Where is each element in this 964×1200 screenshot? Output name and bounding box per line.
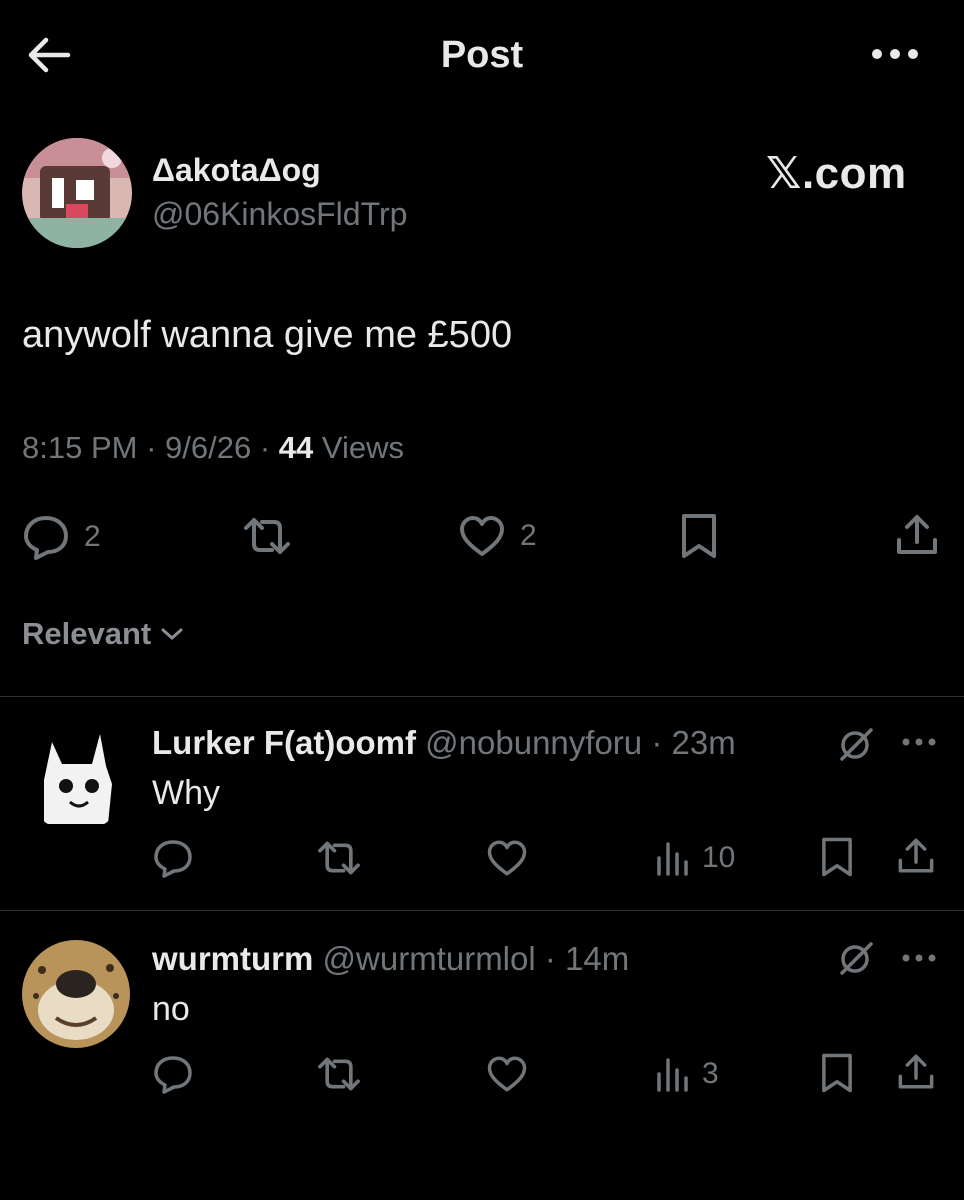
reply-icon (154, 1056, 192, 1094)
reply-repost-button[interactable] (316, 838, 362, 878)
reply-author-name[interactable]: Lurker F(at)oomf (152, 724, 416, 761)
reply-reply-button[interactable] (152, 1054, 194, 1094)
author-handle[interactable]: @06KinkosFldTrp (152, 196, 407, 233)
replies-sort-dropdown[interactable]: Relevant (22, 616, 185, 652)
views-chart-icon (657, 842, 688, 876)
reply-button[interactable]: 2 (22, 514, 101, 560)
post-text: anywolf wanna give me £500 (22, 314, 513, 356)
share-icon (898, 838, 934, 873)
reply-like-button[interactable] (486, 1054, 528, 1094)
reply-text: Why (152, 774, 220, 812)
more-horizontal-icon (872, 49, 918, 59)
reply-share-button[interactable] (896, 836, 936, 876)
reply-text: no (152, 990, 190, 1028)
post-meta: 8:15 PM · 9/6/26 · 44 Views (22, 430, 405, 465)
repost-icon (318, 1057, 360, 1091)
more-horizontal-icon (902, 738, 936, 746)
more-horizontal-icon (902, 954, 936, 962)
reply-share-button[interactable] (896, 1052, 936, 1092)
post-date: 9/6/26 (165, 430, 252, 465)
reply-icon (24, 516, 68, 560)
bookmark-icon (822, 1053, 852, 1093)
bookmark-icon (822, 837, 852, 877)
reply-more-button[interactable] (900, 948, 938, 968)
reply-views-button[interactable]: 3 (654, 1054, 719, 1094)
grok-button[interactable] (838, 940, 874, 976)
reply-author-name[interactable]: wurmturm (152, 940, 313, 977)
like-button[interactable]: 2 (458, 514, 537, 558)
grok-icon (840, 728, 873, 761)
repost-button[interactable] (242, 514, 292, 558)
reply-like-button[interactable] (486, 838, 528, 878)
reply-header: wurmturm @wurmturmlol · 14m (152, 940, 629, 978)
views-label: Views (313, 430, 405, 465)
replies-sort-label: Relevant (22, 616, 152, 651)
share-button[interactable] (894, 512, 940, 558)
reply-author-handle[interactable]: @wurmturmlol (323, 940, 536, 977)
heart-icon (487, 840, 527, 876)
reply-time: · 23m (651, 724, 736, 761)
share-icon (898, 1054, 934, 1089)
more-options-button[interactable] (868, 36, 922, 72)
reply-time: · 14m (544, 940, 630, 977)
author-avatar[interactable] (22, 138, 132, 248)
heart-icon (487, 1056, 527, 1092)
reply-header: Lurker F(at)oomf @nobunnyforu · 23m (152, 724, 736, 762)
heart-icon (460, 516, 504, 556)
reply-views-count: 3 (702, 1057, 719, 1090)
post-time: 8:15 PM (22, 430, 138, 465)
reply-icon (154, 840, 192, 878)
reply-count: 2 (84, 520, 101, 553)
reply-avatar[interactable] (22, 940, 130, 1048)
reply-avatar[interactable] (22, 724, 130, 832)
x-com-watermark: 𝕏.com (766, 149, 907, 198)
bookmark-icon (682, 514, 716, 558)
reply-repost-button[interactable] (316, 1054, 362, 1094)
reply-views-count: 10 (702, 841, 736, 874)
repost-icon (318, 841, 360, 875)
share-icon (897, 515, 937, 554)
chevron-down-icon (161, 628, 183, 640)
divider (0, 696, 964, 697)
grok-button[interactable] (838, 726, 874, 762)
views-chart-icon (657, 1058, 688, 1092)
repost-icon (244, 518, 290, 554)
reply-author-handle[interactable]: @nobunnyforu (425, 724, 642, 761)
views-count: 44 (278, 430, 314, 465)
reply-bookmark-button[interactable] (818, 836, 856, 878)
grok-icon (840, 942, 873, 975)
author-name[interactable]: ΔakotaΔog (152, 152, 321, 189)
divider (0, 910, 964, 911)
reply-reply-button[interactable] (152, 838, 194, 878)
reply-views-button[interactable]: 10 (654, 838, 735, 878)
page-title: Post (440, 34, 524, 76)
reply-bookmark-button[interactable] (818, 1052, 856, 1094)
like-count: 2 (520, 519, 537, 552)
bookmark-button[interactable] (678, 512, 720, 560)
reply-more-button[interactable] (900, 732, 938, 752)
